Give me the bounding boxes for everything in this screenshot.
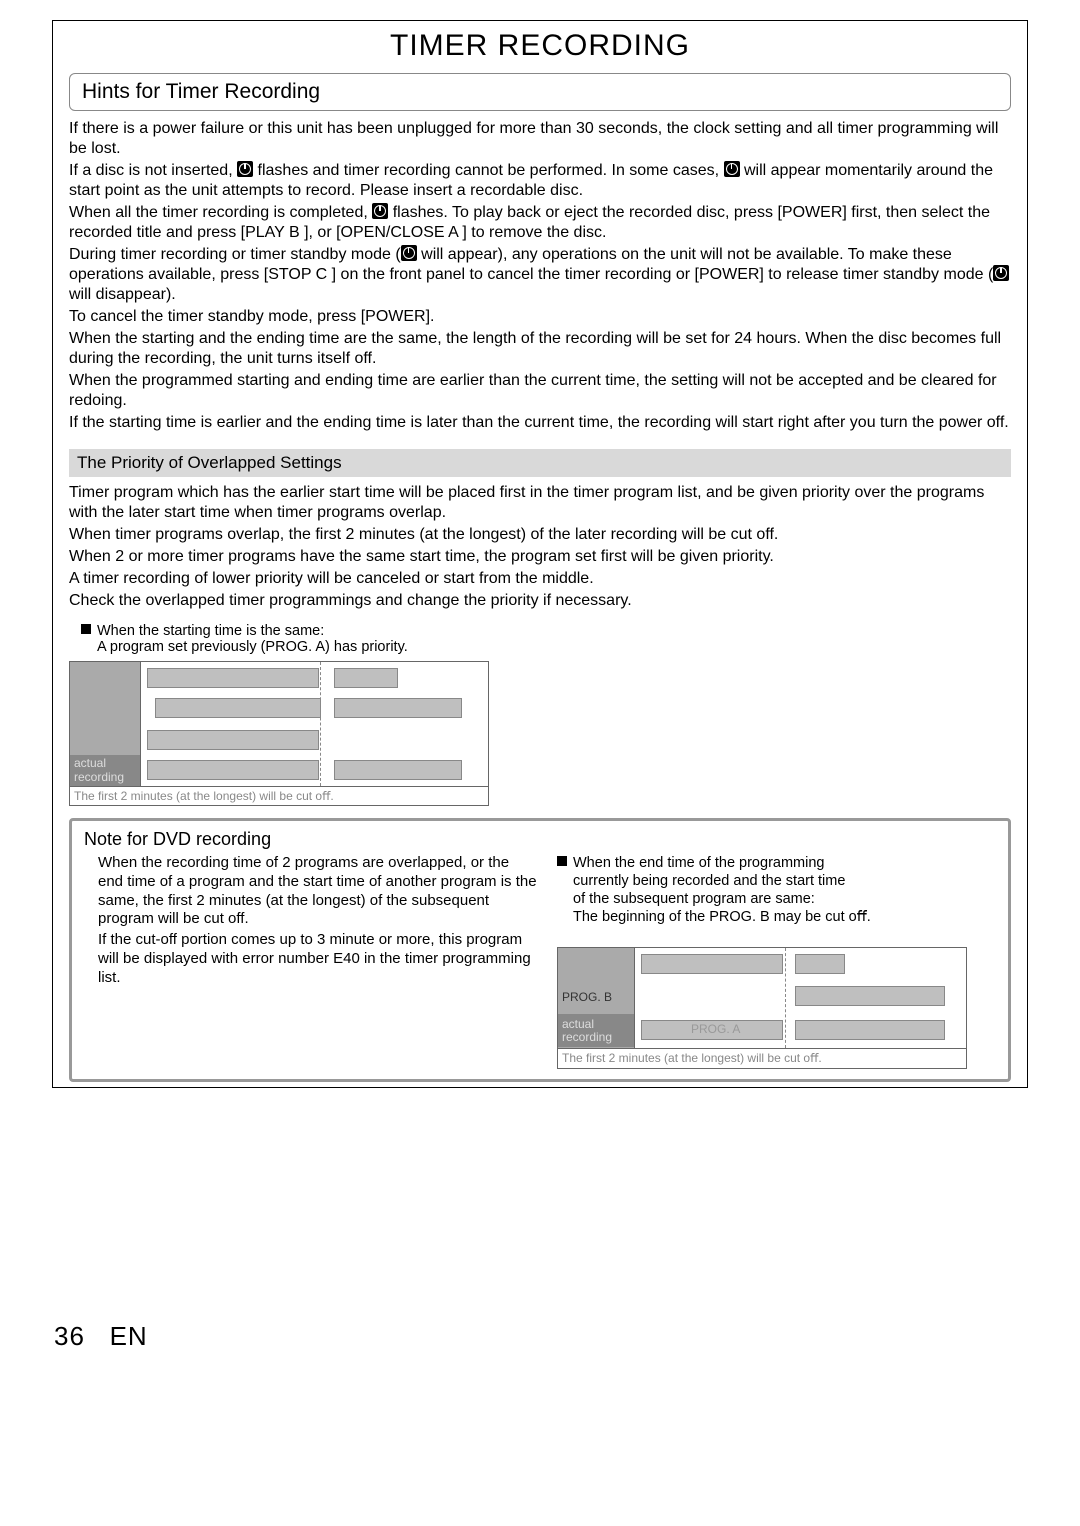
hints-p6: When the starting and the ending time ar… xyxy=(69,329,1011,369)
dvd-note-box: Note for DVD recording When the recordin… xyxy=(69,818,1011,1082)
hints-p2: If a disc is not inserted, flashes and t… xyxy=(69,161,1011,201)
dvd-left-col: When the recording time of 2 programs ar… xyxy=(84,854,537,1069)
diagram-same-start: actual recording The ﬁrst 2 minutes (at … xyxy=(69,661,489,806)
page-title: TIMER RECORDING xyxy=(53,29,1027,63)
hints-p4: During timer recording or timer standby … xyxy=(69,245,1011,305)
diagram-end-start-same: PROG. B actual recording xyxy=(557,947,967,1069)
square-bullet-icon xyxy=(557,856,567,866)
timer-icon xyxy=(372,203,388,219)
timer-icon xyxy=(237,161,253,177)
timer-icon xyxy=(724,161,740,177)
diagram2-footer: The ﬁrst 2 minutes (at the longest) will… xyxy=(558,1048,966,1068)
dvd-right-col: When the end time of the programming cur… xyxy=(557,854,996,1069)
hints-heading: Hints for Timer Recording xyxy=(69,73,1011,111)
hints-p8: If the starting time is earlier and the … xyxy=(69,413,1011,433)
square-bullet-icon xyxy=(81,624,91,634)
page: TIMER RECORDING Hints for Timer Recordin… xyxy=(0,0,1080,1526)
priority-p5: Check the overlapped timer programmings … xyxy=(69,591,1011,611)
priority-body: Timer program which has the earlier star… xyxy=(69,483,1011,611)
priority-p2: When timer programs overlap, the first 2… xyxy=(69,525,1011,545)
timer-icon xyxy=(993,265,1009,281)
hints-p1: If there is a power failure or this unit… xyxy=(69,119,1011,159)
hints-p5: To cancel the timer standby mode, press … xyxy=(69,307,1011,327)
timer-icon xyxy=(401,245,417,261)
priority-p1: Timer program which has the earlier star… xyxy=(69,483,1011,523)
diagram1-footer: The ﬁrst 2 minutes (at the longest) will… xyxy=(70,786,488,805)
priority-p4: A timer recording of lower priority will… xyxy=(69,569,1011,589)
hints-body: If there is a power failure or this unit… xyxy=(69,119,1011,433)
priority-bullet: When the starting time is the same: A pr… xyxy=(81,623,1027,655)
content-frame: TIMER RECORDING Hints for Timer Recordin… xyxy=(52,20,1028,1088)
hints-p3: When all the timer recording is complete… xyxy=(69,203,1011,243)
dvd-heading: Note for DVD recording xyxy=(84,829,996,850)
priority-p3: When 2 or more timer programs have the s… xyxy=(69,547,1011,567)
page-footer: 36 EN xyxy=(54,1321,148,1352)
hints-p7: When the programmed starting and ending … xyxy=(69,371,1011,411)
priority-heading: The Priority of Overlapped Settings xyxy=(69,449,1011,477)
